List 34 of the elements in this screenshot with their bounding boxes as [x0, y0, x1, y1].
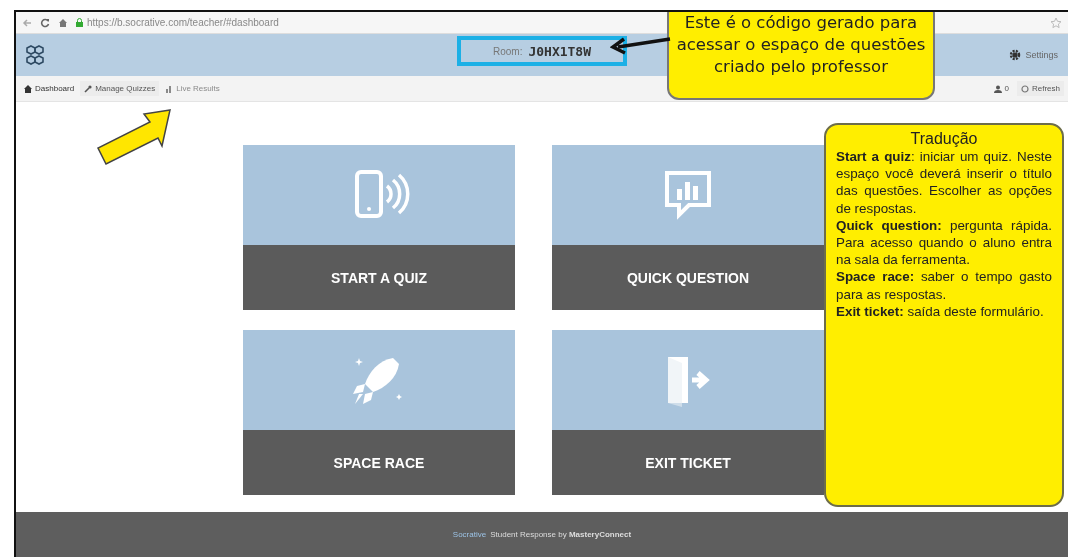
- activity-card[interactable]: QUICK QUESTION: [552, 145, 824, 310]
- home-icon: [24, 84, 32, 93]
- chart-bubble-icon: [663, 169, 713, 221]
- nav-tab[interactable]: Dashboard: [20, 81, 79, 96]
- settings-icon: [1009, 49, 1022, 61]
- callout-paragraph: Start a quiz: iniciar um quiz. Neste espaço você deverá inserir o título das questões. Escolher as opções de respostas.: [836, 148, 1052, 217]
- people-icon: [992, 84, 1003, 93]
- refresh-button[interactable]: Refresh: [1017, 81, 1064, 96]
- logo-icon[interactable]: [24, 44, 46, 66]
- chart-icon: [165, 84, 174, 93]
- callout-paragraph: Space race: saber o tempo gasto para as respostas.: [836, 268, 1052, 303]
- room-label: Room:: [492, 45, 523, 57]
- activity-card[interactable]: SPACE RACE: [243, 330, 515, 495]
- footer-brand[interactable]: Socrative: [452, 530, 487, 539]
- back-icon[interactable]: [22, 17, 32, 28]
- nav-tab[interactable]: Manage Quizzes: [80, 81, 160, 96]
- activity-card[interactable]: EXIT TICKET: [552, 330, 824, 495]
- star-icon[interactable]: [1050, 16, 1062, 29]
- lock-icon: [76, 18, 83, 27]
- home-icon[interactable]: [58, 17, 68, 28]
- annotation-callout: Este é o código gerado para acessar o espaço de questões criado pelo professor: [667, 12, 935, 100]
- pointer-arrow: [610, 35, 672, 55]
- student-count: 0: [1004, 84, 1009, 93]
- activity-card[interactable]: START A QUIZ: [243, 145, 515, 310]
- address-field[interactable]: https://b.socrative.com/teacher/#dashboard: [76, 17, 279, 28]
- callout-paragraph: Quick question: pergunta rápida. Para acesso quando o aluno entra na sala da ferramenta.: [836, 216, 1052, 269]
- callout-paragraph: Exit ticket: saída deste formulário.: [836, 302, 1045, 321]
- reload-icon[interactable]: [40, 17, 50, 28]
- room-code: J0HX1T8W: [528, 43, 592, 59]
- settings-button[interactable]: Settings: [1007, 47, 1060, 63]
- refresh-icon: [1021, 84, 1029, 93]
- callout-title: Tradução: [909, 129, 979, 148]
- wrench-icon: [84, 84, 93, 93]
- footer-text: Student Response by MasteryConnect: [490, 530, 632, 539]
